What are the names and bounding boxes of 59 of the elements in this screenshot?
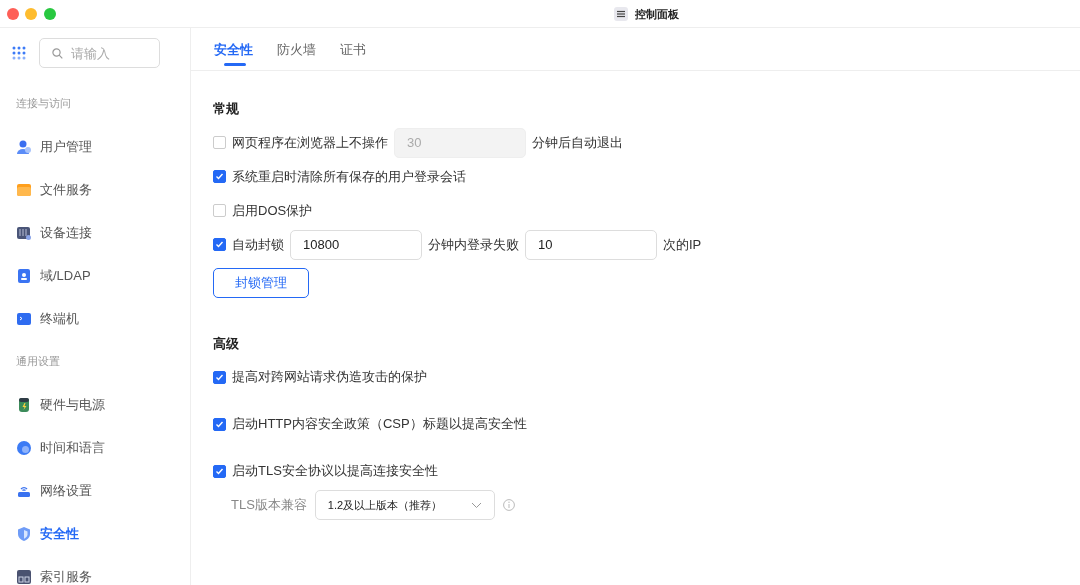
block-management-button[interactable]: 封锁管理 [213, 267, 309, 298]
id-card-icon [16, 267, 32, 284]
option-label: 网页程序在浏览器上不操作 [232, 133, 388, 152]
sidebar-item[interactable]: 时间和语言 [0, 426, 190, 469]
folder-icon [16, 181, 32, 198]
clock-icon [16, 439, 32, 456]
check-icon [215, 419, 224, 429]
search-field[interactable]: 请输入 [39, 38, 160, 68]
sidebar-item[interactable]: 域/LDAP [0, 254, 190, 297]
sliders-icon [614, 7, 628, 22]
section-title: 高级 [213, 334, 240, 353]
sidebar-item[interactable]: 用户管理 [0, 125, 190, 168]
check-icon [215, 172, 224, 181]
sidebar-item[interactable]: 安全性 [0, 512, 190, 555]
number-field[interactable]: 10 [525, 229, 657, 260]
sidebar-item[interactable]: 设备连接 [0, 211, 190, 254]
check-icon [215, 372, 224, 382]
tab[interactable]: 安全性 [213, 28, 254, 71]
number-field[interactable]: 10800 [290, 229, 422, 260]
device-icon [16, 224, 32, 241]
sidebar-item[interactable]: 网络设置 [0, 469, 190, 512]
tab[interactable]: 防火墙 [276, 28, 317, 71]
checkbox[interactable] [213, 238, 226, 251]
checkbox[interactable] [213, 370, 226, 384]
option-label: 分钟后自动退出 [532, 133, 623, 152]
sidebar-item[interactable]: 终端机 [0, 297, 190, 340]
option-label: 系统重启时清除所有保存的用户登录会话 [232, 167, 466, 186]
option-label: 次的IP [663, 235, 702, 254]
sidebar-item[interactable]: 文件服务 [0, 168, 190, 211]
option-label: 启动TLS安全协议以提高连接安全性 [232, 462, 438, 481]
sidebar-item[interactable]: 索引服务 [0, 555, 190, 585]
select-label: TLS版本兼容 [231, 496, 307, 515]
close-button[interactable] [6, 7, 19, 20]
search-icon [52, 48, 63, 59]
option-label: 分钟内登录失败 [428, 235, 519, 254]
group-label: 通用设置 [16, 354, 60, 370]
option-label: 启用DOS保护 [232, 201, 313, 220]
sidebar-item[interactable]: 硬件与电源 [0, 383, 190, 426]
zoom-button[interactable] [43, 7, 56, 20]
check-icon [215, 240, 224, 249]
terminal-icon [16, 310, 32, 327]
option-label: 提高对跨网站请求伪造攻击的保护 [232, 368, 427, 387]
version-select[interactable]: 1.2及以上版本（推荐） [314, 490, 495, 520]
person-icon [16, 138, 32, 155]
chevron-down-icon [470, 501, 482, 509]
checkbox[interactable] [213, 464, 226, 478]
option-label: 启动HTTP内容安全政策（CSP）标题以提高安全性 [232, 415, 527, 434]
checkbox[interactable] [213, 170, 226, 183]
section-title: 常规 [213, 100, 240, 118]
option-label: 自动封锁 [232, 235, 284, 254]
index-card-icon [16, 568, 32, 585]
group-label: 连接与访问 [16, 96, 71, 112]
battery-icon [16, 396, 32, 413]
tab[interactable]: 证书 [339, 28, 367, 71]
window-title: 控制面板 [634, 7, 679, 22]
shield-icon [16, 525, 32, 542]
apps-grid-icon[interactable] [12, 46, 26, 60]
checkbox[interactable] [213, 417, 226, 431]
check-icon [215, 466, 224, 476]
